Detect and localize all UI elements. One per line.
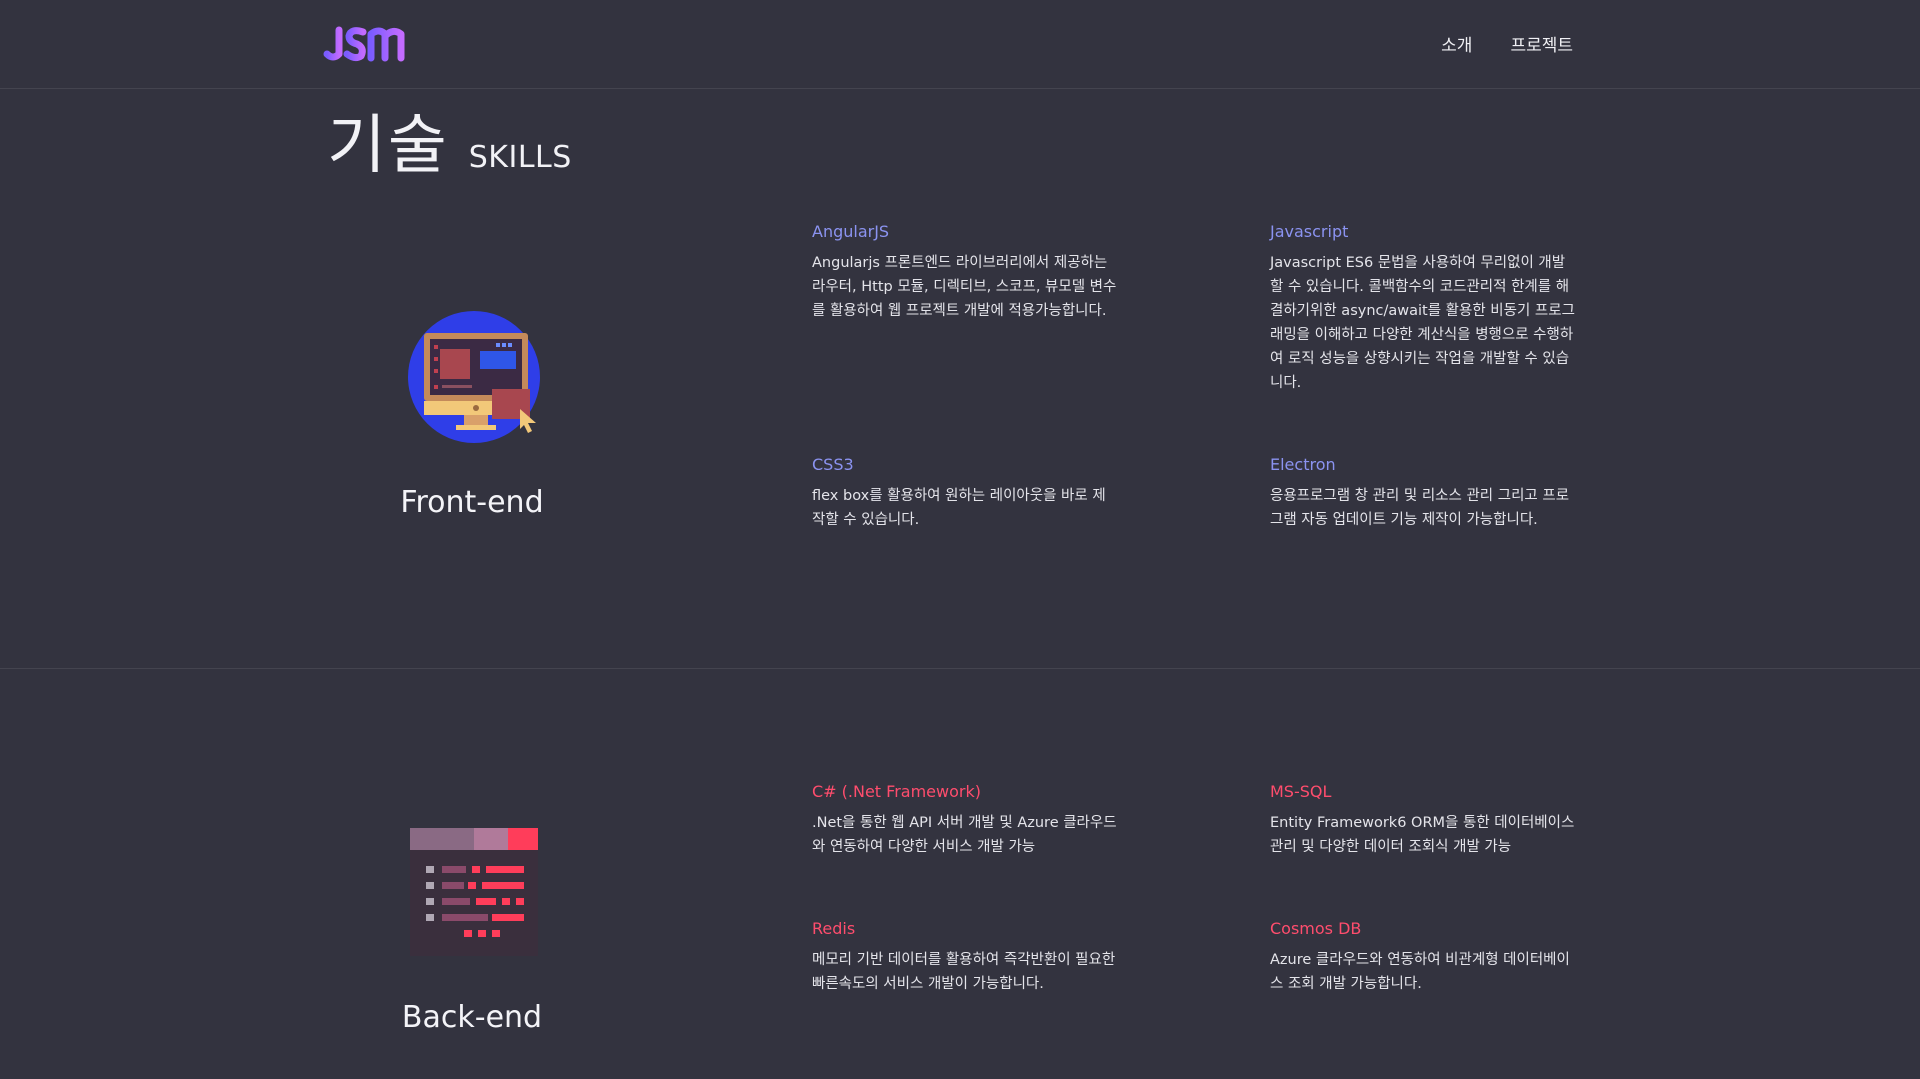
jsm-logo-icon[interactable] [323,24,423,64]
skill-description: .Net을 통한 웹 API 서버 개발 및 Azure 클라우드와 연동하여 … [812,815,1117,855]
skill-name: Cosmos DB [1270,919,1362,938]
skill-card: AngularJS Angularjs 프론트엔드 라이브러리에서 제공하는 라… [812,222,1117,323]
skill-card: Javascript Javascript ES6 문법을 사용하여 무리없이 … [1270,222,1575,395]
skill-card: Electron 응용프로그램 창 관리 및 리소스 관리 그리고 프로그램 자… [1270,455,1575,532]
category-front-end: Front-end [382,305,562,520]
monitor-cursor-icon [408,311,540,443]
section-divider [0,668,1920,669]
skill-description: Entity Framework6 ORM을 통한 데이터베이스 관리 및 다양… [1270,815,1575,855]
skill-description: Javascript ES6 문법을 사용하여 무리없이 개발할 수 있습니다.… [1270,255,1575,391]
skill-name: Redis [812,919,856,938]
skill-description: Azure 클라우드와 연동하여 비관계형 데이터베이스 조회 개발 가능합니다… [1270,952,1570,992]
site-header: 소개 프로젝트 [0,0,1920,89]
category-back-end: Back-end [382,820,562,1035]
skill-description: 메모리 기반 데이터를 활용하여 즉각반환이 필요한 빠른속도의 서비스 개발이… [812,952,1116,992]
skill-name: Electron [1270,455,1336,474]
skill-name: CSS3 [812,455,854,474]
skill-description: 응용프로그램 창 관리 및 리소스 관리 그리고 프로그램 자동 업데이트 기능… [1270,488,1570,528]
category-label: Front-end [400,485,544,520]
skill-card: MS-SQL Entity Framework6 ORM을 통한 데이터베이스 … [1270,782,1575,859]
skill-card: Redis 메모리 기반 데이터를 활용하여 즉각반환이 필요한 빠른속도의 서… [812,919,1117,996]
category-label: Back-end [401,1000,543,1035]
skill-card: C# (.Net Framework) .Net을 통한 웹 API 서버 개발… [812,782,1117,859]
skill-description: Angularjs 프론트엔드 라이브러리에서 제공하는 라우터, Http 모… [812,255,1117,319]
skill-name: MS-SQL [1270,782,1332,801]
nav-link-projects[interactable]: 프로젝트 [1510,31,1573,56]
skill-card: Cosmos DB Azure 클라우드와 연동하여 비관계형 데이터베이스 조… [1270,919,1575,996]
skill-card: CSS3 flex box를 활용하여 원하는 레이아웃을 바로 제작할 수 있… [812,455,1117,532]
page-title-korean: 기술 [327,109,449,183]
skill-name: C# (.Net Framework) [812,782,981,801]
main-nav: 소개 프로젝트 [1441,31,1573,56]
code-window-icon [410,828,538,956]
skill-name: AngularJS [812,222,890,241]
page-title: 기술 SKILLS [327,94,572,186]
page-title-english: SKILLS [468,140,572,175]
nav-link-about[interactable]: 소개 [1441,31,1472,56]
skill-name: Javascript [1270,222,1349,241]
skill-description: flex box를 활용하여 원하는 레이아웃을 바로 제작할 수 있습니다. [812,488,1106,528]
